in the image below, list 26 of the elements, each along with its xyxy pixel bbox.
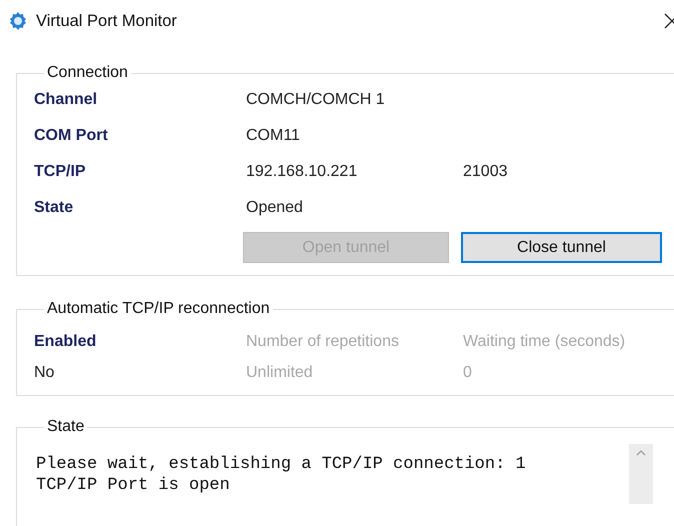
field-label: Channel [34,90,98,110]
group-title: Connection [46,64,129,82]
scroll-up-icon[interactable] [636,450,646,456]
close-icon[interactable] [664,13,674,29]
column-header: Enabled [34,332,98,352]
field-label: TCP/IP [34,162,87,182]
field-value: 21003 [463,162,508,182]
column-value: Unlimited [246,363,314,383]
group-title: Automatic TCP/IP reconnection [46,300,271,318]
scrollbar[interactable] [629,444,653,504]
field-label: COM Port [34,126,109,146]
field-value: Opened [246,198,304,218]
column-header: Number of repetitions [246,332,400,352]
field-value: COM11 [246,126,301,146]
log-line: TCP/IP Port is open [36,475,231,496]
log-line: Please wait, establishing a TCP/IP connection: 1 [36,454,527,475]
app-gear-icon [8,11,28,31]
tunnel-button[interactable]: Close tunnel [461,232,662,263]
column-header: Waiting time (seconds) [463,332,626,352]
window-title: Virtual Port Monitor [36,12,177,30]
field-label: State [34,198,74,218]
column-value: No [34,363,56,383]
field-value: 192.168.10.221 [246,162,358,182]
group-title: State [46,418,86,436]
field-value: COMCH/COMCH 1 [246,90,386,110]
column-value: 0 [463,363,473,383]
